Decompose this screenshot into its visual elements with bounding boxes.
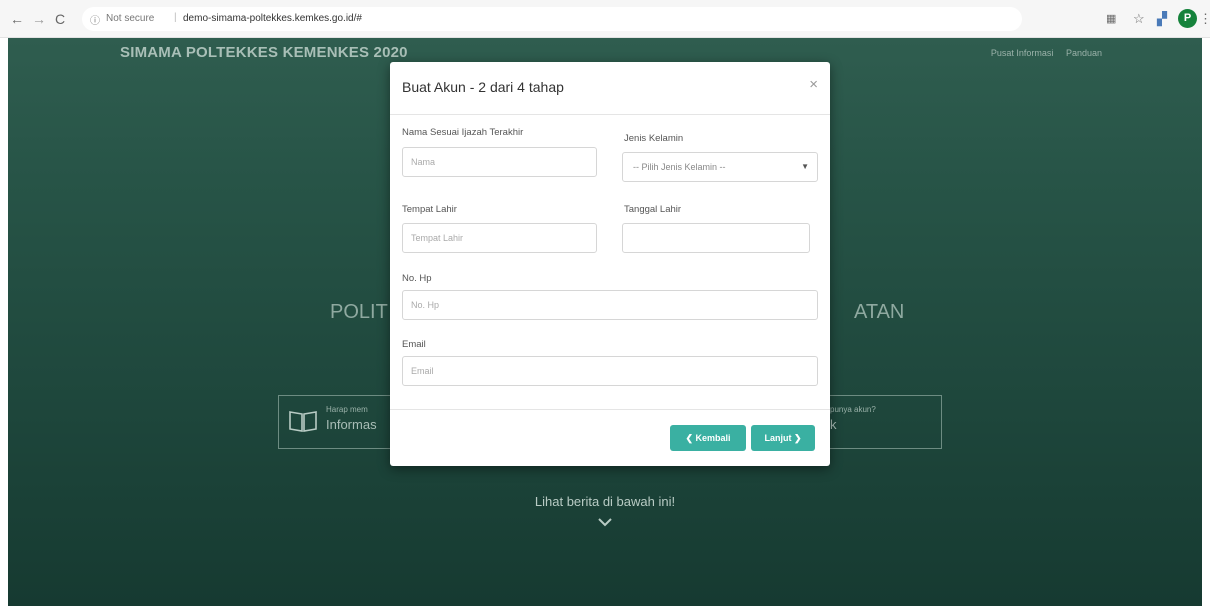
tanggal-lahir-input[interactable] xyxy=(622,223,810,253)
security-status: Not secure xyxy=(106,13,155,24)
browser-toolbar: ← → C ⓘ Not secure | demo-simama-poltekk… xyxy=(0,0,1210,38)
nav-link-panduan[interactable]: Panduan xyxy=(1066,48,1102,58)
extension-icon[interactable]: ▦ xyxy=(1106,10,1116,28)
email-input[interactable] xyxy=(402,356,818,386)
modal-footer-divider xyxy=(390,409,830,410)
url-separator: | xyxy=(174,12,177,23)
no-hp-input[interactable] xyxy=(402,290,818,320)
modal-header-divider xyxy=(390,114,830,115)
url-text[interactable]: demo-simama-poltekkes.kemkes.go.id/# xyxy=(183,13,362,24)
reload-icon[interactable]: C xyxy=(55,10,65,28)
tempat-lahir-input[interactable] xyxy=(402,223,597,253)
close-icon[interactable]: × xyxy=(809,76,818,93)
email-label: Email xyxy=(402,339,426,350)
back-arrow-icon[interactable]: ← xyxy=(10,10,24,28)
nav-link-pusat-informasi[interactable]: Pusat Informasi xyxy=(991,48,1054,58)
info-icon[interactable]: ⓘ xyxy=(90,12,100,27)
hero-title-left: POLIT xyxy=(330,301,388,323)
tempat-lahir-label: Tempat Lahir xyxy=(402,204,457,215)
jenis-kelamin-value: -- Pilih Jenis Kelamin -- xyxy=(633,162,726,172)
nama-input[interactable] xyxy=(402,147,597,177)
profile-avatar[interactable]: P xyxy=(1178,9,1197,28)
chevron-down-icon[interactable] xyxy=(8,514,1202,532)
jenis-kelamin-label: Jenis Kelamin xyxy=(624,133,684,144)
extension-puzzle-icon[interactable]: ▞ xyxy=(1157,10,1167,28)
top-navigation: Pusat Informasi Panduan xyxy=(981,48,1102,58)
tanggal-lahir-label: Tanggal Lahir xyxy=(624,204,682,215)
dropdown-arrow-icon: ▼ xyxy=(801,162,809,171)
chevron-down-icon-shape xyxy=(598,518,612,527)
info-box-right[interactable]: punya akun? k xyxy=(820,395,942,449)
info-box-left[interactable]: Harap mem Informas xyxy=(278,395,393,449)
info-box-right-title: k xyxy=(830,417,837,432)
info-box-right-caption: punya akun? xyxy=(830,405,876,414)
create-account-modal: Buat Akun - 2 dari 4 tahap × Nama Sesuai… xyxy=(390,62,830,466)
back-button[interactable]: ❮ Kembali xyxy=(670,425,746,451)
no-hp-label: No. Hp xyxy=(402,273,432,284)
hero-title-right: ATAN xyxy=(854,301,905,323)
browser-menu-icon[interactable]: ⋮ xyxy=(1199,10,1210,28)
site-brand[interactable]: SIMAMA POLTEKKES KEMENKES 2020 xyxy=(120,44,408,61)
address-bar[interactable]: ⓘ Not secure | demo-simama-poltekkes.kem… xyxy=(82,7,1022,31)
open-book-icon xyxy=(289,411,317,432)
modal-title: Buat Akun - 2 dari 4 tahap xyxy=(402,79,564,95)
info-box-left-caption: Harap mem xyxy=(326,405,368,414)
forward-arrow-icon[interactable]: → xyxy=(32,10,46,28)
nama-label: Nama Sesuai Ijazah Terakhir xyxy=(402,127,524,138)
next-button[interactable]: Lanjut ❯ xyxy=(751,425,815,451)
bookmark-star-icon[interactable]: ☆ xyxy=(1133,10,1145,28)
news-link[interactable]: Lihat berita di bawah ini! xyxy=(8,494,1202,509)
info-box-left-title: Informas xyxy=(326,417,377,432)
jenis-kelamin-select[interactable]: -- Pilih Jenis Kelamin -- ▼ xyxy=(622,152,818,182)
